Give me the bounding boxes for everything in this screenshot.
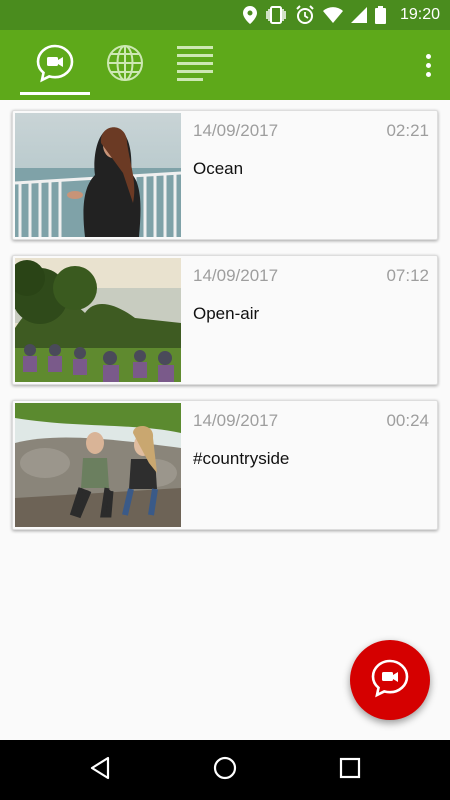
back-button[interactable] [70,750,130,790]
video-thumbnail [15,258,181,382]
home-button[interactable] [195,750,255,790]
vibrate-icon [265,6,287,24]
battery-icon [374,6,386,24]
video-card[interactable]: 14/09/2017 07:12 Open-air [12,255,438,385]
status-bar: 19:20 [0,0,450,30]
more-options-button[interactable] [416,48,440,82]
home-icon [213,756,237,785]
signal-icon [350,7,367,23]
video-duration: 00:24 [386,411,429,430]
recents-icon [339,757,361,784]
more-vert-icon [425,53,431,59]
video-thumbnail [15,403,181,527]
location-icon [242,6,257,24]
video-date: 14/09/2017 [193,266,279,285]
system-navigation-bar [0,740,450,800]
video-date: 14/09/2017 [193,121,279,140]
video-card[interactable]: 14/09/2017 02:21 Ocean [12,110,438,240]
list-icon [175,43,215,88]
video-duration: 07:12 [386,266,429,285]
tab-explore[interactable] [92,30,158,100]
video-card[interactable]: 14/09/2017 00:24 #countryside [12,400,438,530]
video-date: 14/09/2017 [193,411,279,430]
tab-list[interactable] [165,30,225,100]
selected-tab-indicator [20,92,90,95]
alarm-icon [295,5,315,25]
video-title: Ocean [193,159,244,178]
video-chat-icon [35,43,75,88]
video-chat-icon [370,658,410,703]
clock: 19:20 [399,6,440,23]
video-thumbnail [15,113,181,237]
video-title: #countryside [193,449,290,468]
video-title: Open-air [193,304,260,323]
new-video-chat-button[interactable] [350,640,430,720]
tab-video-chats[interactable] [20,30,90,100]
video-duration: 02:21 [386,121,429,140]
globe-icon [105,43,145,88]
wifi-icon [322,7,343,23]
app-bar [0,30,450,100]
back-icon [89,756,111,785]
recents-button[interactable] [320,750,380,790]
